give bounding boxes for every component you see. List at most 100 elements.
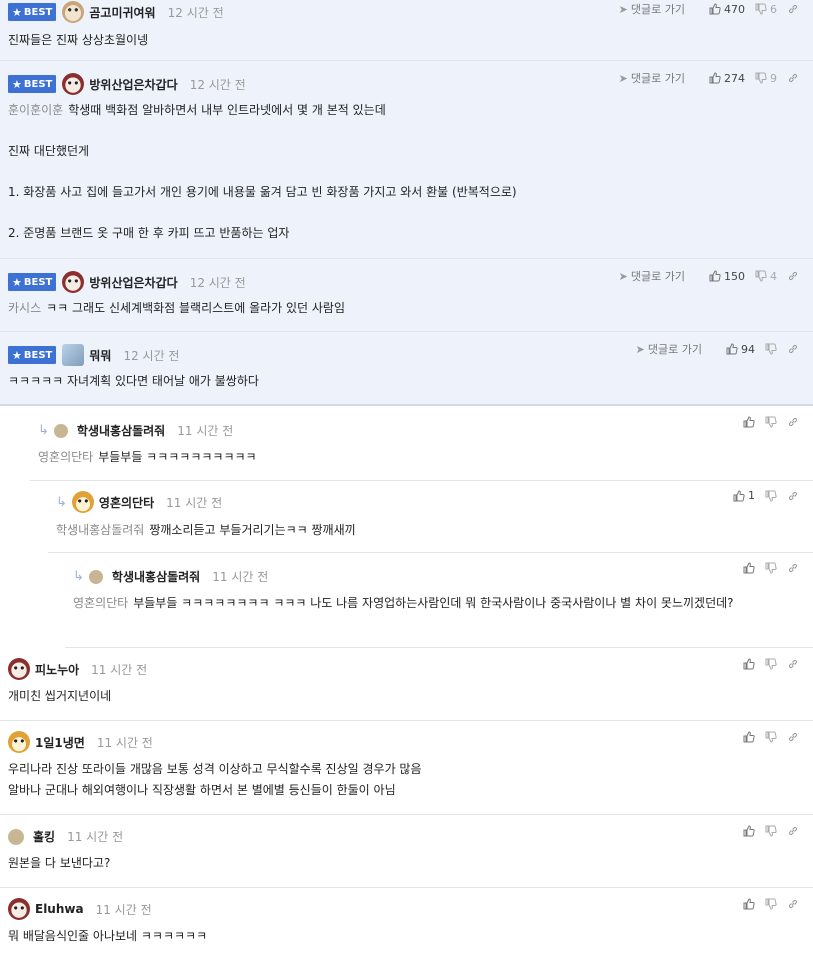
like-button[interactable]: 150: [709, 270, 745, 283]
thumbs-up-icon: [743, 825, 755, 837]
like-button[interactable]: [743, 898, 755, 910]
avatar[interactable]: [8, 898, 30, 920]
like-button[interactable]: [743, 658, 755, 670]
avatar[interactable]: [8, 829, 24, 845]
avatar[interactable]: [71, 491, 94, 513]
comment-text: 진짜들은 진짜 상상초월이넹: [8, 33, 149, 47]
like-button[interactable]: [743, 416, 755, 428]
comment-text: 원본을 다 보낸다고?: [8, 856, 111, 870]
comment-body: 훈이훈이훈 학생때 백화점 알바하면서 내부 인트라넷에서 몇 개 본적 있는데 …: [8, 100, 799, 244]
comment-text: 알바나 군대나 해외여행이나 직장생활 하면서 본 별에별 등신들이 한둘이 아…: [8, 783, 396, 797]
thumbs-down-icon: [765, 731, 777, 743]
avatar[interactable]: [62, 344, 85, 366]
link-button[interactable]: [787, 270, 799, 282]
reply-target[interactable]: 영혼의단타: [38, 450, 93, 464]
thumbs-up-icon: [743, 562, 755, 574]
comment-text: 개미친 씹거지년이네: [8, 689, 112, 703]
link-button[interactable]: [787, 72, 799, 84]
dislike-button[interactable]: [765, 490, 777, 502]
link-button[interactable]: [787, 3, 799, 15]
comment-time: 11 시간 전: [212, 569, 269, 584]
dislike-button[interactable]: [765, 731, 777, 743]
link-icon: [788, 563, 798, 573]
reply-target[interactable]: 훈이훈이훈: [8, 103, 63, 117]
link-icon: [788, 73, 798, 83]
star-icon: ★: [12, 5, 22, 19]
link-button[interactable]: [787, 562, 799, 574]
dislike-button[interactable]: [765, 562, 777, 574]
best-badge: ★ BEST: [8, 273, 57, 291]
go-to-reply-link[interactable]: ➤ 댓글로 가기: [619, 1, 685, 17]
like-button[interactable]: 1: [733, 489, 755, 502]
dislike-count: 4: [770, 269, 777, 283]
link-button[interactable]: [787, 416, 799, 428]
like-button[interactable]: 94: [726, 343, 755, 356]
best-badge: ★ BEST: [8, 75, 57, 93]
comment-text: 부들부들 ㅋㅋㅋㅋㅋㅋㅋㅋㅋㅋ: [98, 450, 257, 464]
send-arrow-icon: ➤: [618, 270, 628, 283]
avatar[interactable]: [62, 271, 85, 293]
link-button[interactable]: [787, 898, 799, 910]
comment-author[interactable]: 방위산업은차갑다: [89, 76, 177, 93]
dislike-button[interactable]: 6: [755, 3, 777, 16]
link-icon: [788, 826, 798, 836]
comment-author[interactable]: Eluhwa: [35, 902, 84, 916]
comment-author[interactable]: 영혼의단타: [99, 494, 154, 511]
star-icon: ★: [12, 77, 22, 91]
dislike-button[interactable]: [765, 658, 777, 670]
avatar[interactable]: [88, 570, 103, 584]
send-arrow-icon: ➤: [618, 3, 628, 16]
thumbs-down-icon: [765, 343, 777, 355]
reply-target[interactable]: 학생내홍삼돌려줘: [56, 523, 144, 537]
like-button[interactable]: [743, 825, 755, 837]
dislike-button[interactable]: [765, 898, 777, 910]
comment-time: 11 시간 전: [91, 662, 148, 677]
comment-body: 우리나라 진상 또라이들 개많음 보통 성격 이상하고 무식할수록 진상일 경우…: [8, 759, 799, 801]
dislike-button[interactable]: 4: [755, 270, 777, 283]
dislike-button[interactable]: [765, 825, 777, 837]
avatar[interactable]: [8, 731, 30, 753]
avatar[interactable]: [8, 658, 30, 680]
comment-item: 1일1냉면 11 시간 전 우리나라 진상 또라이들 개많음 보통 성격 이상하…: [0, 721, 813, 815]
comment-text: 부들부들 ㅋㅋㅋㅋㅋㅋㅋㅋ ㅋㅋㅋ 나도 나름 자영업하는사람인데 뭐 한국사람…: [133, 596, 734, 610]
link-button[interactable]: [787, 490, 799, 502]
link-button[interactable]: [787, 343, 799, 355]
dislike-count: 6: [770, 2, 777, 16]
go-to-reply-link[interactable]: ➤ 댓글로 가기: [619, 70, 685, 86]
thumbs-down-icon: [765, 562, 777, 574]
avatar[interactable]: [62, 1, 85, 23]
link-button[interactable]: [787, 825, 799, 837]
go-to-reply-link[interactable]: ➤ 댓글로 가기: [636, 341, 702, 357]
comment-author[interactable]: 곰고미귀여워: [89, 4, 155, 21]
reply-target[interactable]: 영혼의단타: [73, 596, 128, 610]
comment-text: ㅋㅋ 그래도 신세계백화점 블랙리스트에 올라가 있던 사람임: [46, 301, 346, 315]
dislike-button[interactable]: [765, 416, 777, 428]
like-button[interactable]: [743, 731, 755, 743]
avatar[interactable]: [53, 424, 68, 438]
thumbs-down-icon: [755, 3, 767, 15]
comment-author[interactable]: 1일1냉면: [35, 734, 85, 751]
like-button[interactable]: 470: [709, 3, 745, 16]
reply-target[interactable]: 카시스: [8, 301, 41, 315]
comment-author[interactable]: 뭐뭐: [89, 347, 111, 364]
comment-author[interactable]: 학생내홍삼돌려줘: [77, 422, 165, 439]
comment-author[interactable]: 피노누아: [35, 661, 79, 678]
dislike-button[interactable]: 9: [755, 72, 777, 85]
like-count: 94: [741, 342, 755, 356]
like-count: 1: [748, 489, 755, 502]
link-button[interactable]: [787, 658, 799, 670]
go-to-reply-link[interactable]: ➤ 댓글로 가기: [619, 268, 685, 284]
link-icon: [788, 491, 798, 500]
link-button[interactable]: [787, 731, 799, 743]
dislike-button[interactable]: [765, 343, 777, 355]
avatar[interactable]: [62, 73, 85, 95]
comment-author[interactable]: 홀킹: [33, 828, 55, 845]
dislike-count: 9: [770, 71, 777, 85]
like-button[interactable]: 274: [709, 72, 745, 85]
comment-item: ★ BEST 방위산업은차갑다 12 시간 전 ➤ 댓글로 가기 274 9 훈이훈…: [0, 61, 813, 259]
like-button[interactable]: [743, 562, 755, 574]
thumbs-down-icon: [765, 490, 777, 502]
comment-body: 영혼의단타 부들부들 ㅋㅋㅋㅋㅋㅋㅋㅋㅋㅋ: [38, 447, 799, 468]
comment-author[interactable]: 방위산업은차갑다: [89, 274, 177, 291]
comment-author[interactable]: 학생내홍삼돌려줘: [112, 568, 200, 585]
